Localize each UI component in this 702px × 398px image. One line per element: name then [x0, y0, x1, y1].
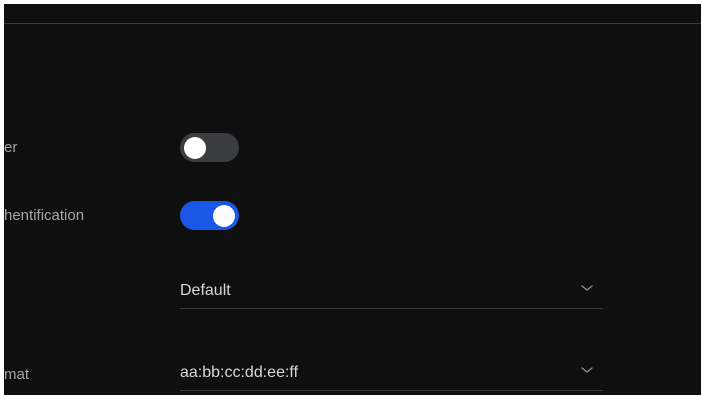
authentication-toggle[interactable]	[180, 201, 239, 230]
default-select[interactable]: Default	[180, 274, 603, 309]
toggle-knob	[184, 137, 206, 159]
chevron-down-icon	[581, 367, 593, 373]
settings-panel: er hentification Default mat aa:bb:cc:dd…	[4, 4, 701, 395]
mac-format-select[interactable]: aa:bb:cc:dd:ee:ff	[180, 356, 603, 391]
toggle-knob	[213, 205, 235, 227]
select-value: aa:bb:cc:dd:ee:ff	[180, 364, 299, 381]
setting-label-authentication: hentification	[4, 207, 85, 224]
chevron-down-icon	[581, 285, 593, 291]
setting-label-1: er	[4, 139, 18, 156]
toggle-switch-off[interactable]	[180, 133, 239, 162]
top-divider	[4, 23, 701, 24]
select-value: Default	[180, 282, 231, 299]
setting-label-format: mat	[4, 366, 30, 383]
